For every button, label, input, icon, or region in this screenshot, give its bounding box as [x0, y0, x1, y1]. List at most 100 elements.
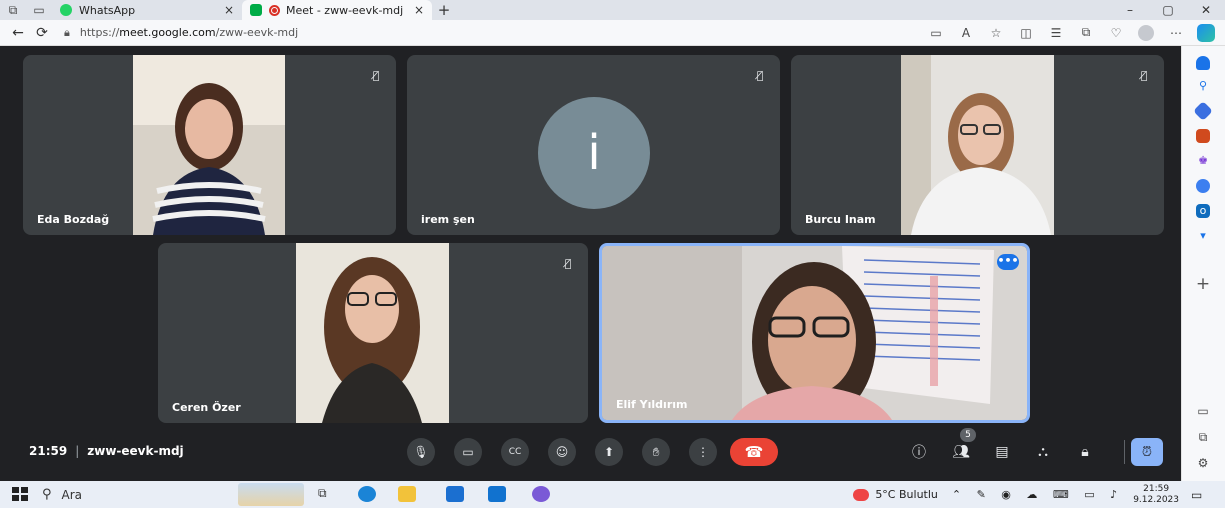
shapes-icon: ⛬ [1038, 444, 1048, 460]
tab-meet[interactable]: Meet - zww-eevk-mdj × [242, 0, 432, 20]
chat-icon: ▤ [995, 444, 1009, 460]
settings-gear-icon[interactable]: ⚙ [1192, 456, 1214, 470]
meeting-details-button[interactable]: ⓘ [906, 440, 932, 464]
more-options-button[interactable]: ••• [997, 254, 1019, 270]
outlook-icon[interactable]: o [1196, 204, 1210, 218]
more-vertical-icon: ⋮ [697, 445, 709, 459]
clock-time: 21:59 [1143, 483, 1170, 494]
clock[interactable]: 21:59 9.12.2023 [1133, 484, 1179, 506]
split-screen-icon[interactable]: ◫ [1011, 26, 1041, 40]
leave-call-button[interactable]: ☎︎ [730, 438, 778, 466]
tag-icon[interactable] [1193, 101, 1213, 121]
windows-start-icon[interactable] [12, 487, 28, 501]
meet-control-bar: 21:59 | zww-eevk-mdj 🎙︎ ▭ CC ☺ ⬆ ✋︎ ⋮ ☎︎… [8, 426, 1181, 476]
more-menu-button[interactable]: ⋯ [1161, 26, 1191, 40]
people-icon[interactable]: ♚ [1196, 154, 1210, 168]
read-aloud-icon[interactable]: A [951, 26, 981, 40]
store-icon[interactable] [446, 486, 464, 502]
edge-icon[interactable] [358, 486, 376, 502]
captions-button[interactable]: CC [501, 438, 529, 466]
camera-button[interactable]: ▭ [454, 438, 482, 466]
participant-name: irem şen [421, 213, 475, 226]
file-explorer-icon[interactable] [398, 486, 416, 502]
system-tray: 5°C Bulutlu ⌃ ✎ ◉ ☁ ⌨ ▭ ♪ 21:59 9.12.202… [853, 481, 1225, 508]
favorites-icon[interactable]: ☰ [1041, 26, 1071, 40]
tab-actions-icon[interactable]: ▭ [26, 0, 52, 20]
participant-name: Ceren Özer [172, 401, 241, 414]
host-controls-button[interactable]: 🔒︎ [1072, 440, 1098, 464]
favorite-star-icon[interactable]: ☆ [981, 26, 1011, 40]
drop-icon[interactable]: ▾ [1196, 229, 1210, 243]
task-view-icon[interactable]: ⧉ [318, 486, 336, 502]
camera-in-use-icon[interactable]: ▭ [921, 26, 951, 40]
participant-tile-elif[interactable]: ••• Elif Yıldırım [599, 243, 1030, 423]
tray-icons[interactable]: ⌃ ✎ ◉ ☁ ⌨ ▭ ♪ [952, 488, 1123, 501]
split-view-icon[interactable]: ▭ [1192, 404, 1214, 418]
search-highlight-image[interactable] [238, 483, 304, 506]
new-tab-button[interactable]: + [432, 1, 456, 19]
tools-icon[interactable] [1196, 129, 1210, 143]
activities-button[interactable]: ⛬ [1030, 440, 1056, 464]
workspaces-icon[interactable]: ⧉ [0, 0, 26, 20]
notifications-icon[interactable]: ▭ [1191, 488, 1211, 502]
close-window-button[interactable]: ✕ [1187, 3, 1225, 17]
lock-icon: 🔒︎ [64, 25, 70, 39]
window-controls: – ▢ ✕ [1111, 3, 1225, 17]
more-options-button[interactable]: ⋮ [689, 438, 717, 466]
timer-button[interactable]: ⏰︎ [1131, 438, 1163, 466]
meeting-time: 21:59 [29, 444, 68, 458]
notifications-icon[interactable] [1196, 56, 1210, 70]
weather-text: 5°C Bulutlu [875, 488, 938, 501]
google-meet-icon [250, 4, 262, 16]
search-placeholder: Ara [61, 487, 83, 502]
participant-name: Burcu Inam [805, 213, 876, 226]
close-tab-icon[interactable]: × [414, 3, 424, 17]
emoji-icon: ☺ [555, 445, 569, 459]
refresh-button[interactable]: ⟳ [30, 25, 54, 41]
minimize-button[interactable]: – [1111, 3, 1149, 17]
edge-sidebar: ⚲ ♚ o ▾ + ▭ ⧉ ⚙ [1181, 46, 1225, 481]
people-button[interactable]: 👥︎ [948, 440, 974, 464]
alarm-clock-icon: ⏰︎ [1141, 444, 1153, 460]
close-tab-icon[interactable]: × [224, 3, 234, 17]
url-field[interactable]: 🔒︎ https://meet.google.com/zww-eevk-mdj [64, 26, 744, 40]
weather-icon [853, 488, 870, 501]
hang-up-icon: ☎︎ [744, 443, 764, 461]
browser-essentials-icon[interactable]: ♡ [1101, 26, 1131, 40]
raise-hand-button[interactable]: ✋︎ [642, 438, 670, 466]
mail-icon[interactable] [488, 486, 506, 502]
recording-indicator-icon [269, 4, 280, 16]
participant-tile-burcu[interactable]: 🎙̸ Burcu Inam [791, 55, 1164, 235]
windows-taskbar: ⚲ Ara ⧉ 5°C Bulutlu ⌃ ✎ ◉ ☁ ⌨ ▭ ♪ 21:59 … [0, 481, 1225, 508]
browser-toolbar: ▭ A ☆ ◫ ☰ ⧉ ♡ ⋯ [921, 23, 1225, 42]
external-link-icon[interactable]: ⧉ [1192, 430, 1214, 445]
add-sidebar-app-icon[interactable]: + [1192, 274, 1214, 294]
search-icon[interactable]: ⚲ [1196, 79, 1210, 93]
tab-title: WhatsApp [79, 3, 136, 17]
app-icon[interactable] [532, 486, 550, 502]
collections-icon[interactable]: ⧉ [1071, 25, 1101, 40]
present-screen-button[interactable]: ⬆ [595, 438, 623, 466]
participant-tile-irem[interactable]: i 🎙̸ irem şen [407, 55, 780, 235]
tab-whatsapp[interactable]: WhatsApp × [52, 0, 242, 20]
taskbar-search[interactable]: ⚲ Ara [42, 484, 232, 505]
url-scheme: https:// [79, 26, 120, 39]
search-icon: ⚲ [42, 487, 52, 502]
chat-button[interactable]: ▤ [989, 440, 1015, 464]
copilot-sidebar-icon[interactable] [1196, 179, 1210, 193]
profile-avatar[interactable] [1138, 24, 1154, 41]
weather-widget[interactable]: 5°C Bulutlu [853, 488, 938, 501]
maximize-button[interactable]: ▢ [1149, 3, 1187, 17]
copilot-icon[interactable] [1197, 23, 1215, 42]
participant-video [602, 246, 1027, 420]
meeting-code: zww-eevk-mdj [87, 444, 184, 458]
participant-name: Eda Bozdağ [37, 213, 110, 226]
participant-tile-ceren[interactable]: 🎙̸ Ceren Özer [158, 243, 588, 423]
participant-video [133, 55, 285, 235]
url-path: /zww-eevk-mdj [215, 26, 299, 39]
back-button[interactable]: ← [6, 25, 30, 41]
microphone-button[interactable]: 🎙︎ [407, 438, 435, 466]
emoji-button[interactable]: ☺ [548, 438, 576, 466]
participant-tile-eda[interactable]: 🎙̸ Eda Bozdağ [23, 55, 396, 235]
raise-hand-icon: ✋︎ [652, 444, 660, 459]
